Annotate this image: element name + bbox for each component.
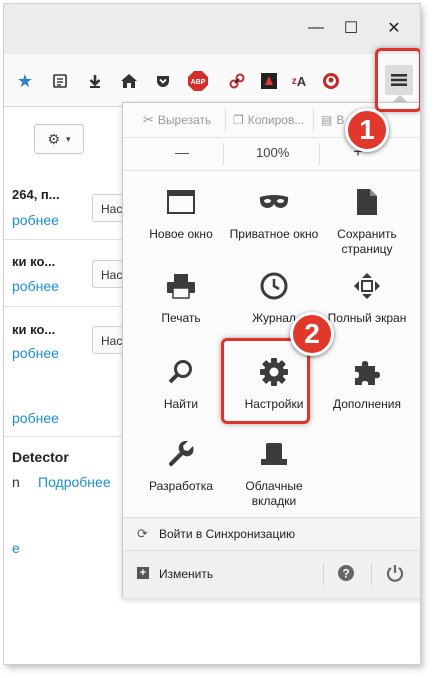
printer-icon — [164, 269, 198, 303]
bookmarks-list-icon[interactable] — [49, 70, 71, 92]
menu-save-page[interactable]: Сохранить страницу — [319, 185, 415, 257]
zoom-reset-button[interactable]: 100% — [256, 145, 289, 160]
row-divider — [4, 436, 134, 437]
help-icon: ? — [338, 565, 354, 581]
separator — [371, 563, 372, 585]
separator — [319, 143, 320, 165]
chevron-down-icon: ▾ — [66, 133, 71, 144]
downloads-icon[interactable] — [84, 70, 106, 92]
copy-button[interactable]: ❐ Копиров... — [233, 111, 304, 129]
translate-icon[interactable]: zA — [288, 70, 310, 92]
menu-print[interactable]: Печать — [133, 269, 229, 326]
menu-find[interactable]: Найти — [133, 355, 229, 412]
separator — [225, 109, 226, 131]
addon-more-link[interactable]: робнее — [12, 410, 59, 426]
close-icon: ✕ — [387, 20, 401, 37]
maximize-icon: ☐ — [343, 20, 359, 37]
maximize-button[interactable]: ☐ — [339, 16, 363, 40]
title-bar: — ☐ ✕ — [4, 4, 420, 54]
menu-new-window[interactable]: Новое окно — [133, 185, 229, 242]
menu-fullscreen[interactable]: Полный экран — [319, 269, 415, 326]
bookmark-star-icon[interactable]: ★ — [14, 70, 36, 92]
plus-icon: + — [137, 567, 149, 579]
page-icon — [350, 185, 384, 219]
red-shield-icon[interactable] — [320, 70, 342, 92]
dark-extension-icon[interactable] — [258, 70, 280, 92]
separator — [323, 563, 324, 585]
svg-text:ABP: ABP — [191, 79, 206, 86]
menu-footer: + Изменить ? — [123, 550, 420, 598]
addon-more-link[interactable]: робнее — [12, 212, 59, 228]
menu-developer[interactable]: Разработка — [133, 437, 229, 494]
row-divider — [4, 239, 134, 240]
step-badge-2: 2 — [290, 312, 334, 356]
separator — [223, 143, 224, 165]
mask-icon — [257, 185, 291, 219]
wrench-icon — [164, 437, 198, 471]
pocket-icon[interactable] — [152, 70, 174, 92]
addon-title: ки ко... — [12, 254, 56, 269]
step-badge-1: 1 — [345, 108, 389, 152]
addon-more-link[interactable]: робнее — [12, 345, 59, 361]
minimize-icon: — — [308, 19, 324, 36]
addon-more-link[interactable]: робнее — [12, 278, 59, 294]
home-icon[interactable] — [118, 70, 140, 92]
svg-text:?: ? — [342, 567, 349, 581]
addon-description: n — [12, 474, 20, 490]
paste-button[interactable]: ▤ В — [321, 111, 344, 129]
close-window-button[interactable]: ✕ — [382, 16, 406, 40]
menu-synced-tabs[interactable]: Облачные вкладки — [226, 437, 322, 509]
cut-button[interactable]: ✂ Вырезать — [143, 111, 211, 129]
minimize-button[interactable]: — — [304, 16, 328, 40]
menu-addons[interactable]: Дополнения — [319, 355, 415, 412]
link-extension-icon[interactable] — [226, 70, 248, 92]
clock-icon — [257, 269, 291, 303]
power-icon — [386, 565, 404, 582]
quit-button[interactable] — [385, 563, 405, 583]
highlight-settings — [221, 338, 310, 424]
search-icon — [164, 355, 198, 389]
clipboard-icon: ▤ — [321, 113, 333, 127]
addon-more-link[interactable]: Подробнее — [38, 474, 111, 490]
zoom-out-button[interactable]: — — [175, 144, 189, 160]
separator — [313, 109, 314, 131]
browser-toolbar: ★ ABP zA — [4, 54, 420, 107]
sync-icon: ⟳ — [137, 526, 148, 541]
browser-window: — ☐ ✕ ★ ABP zA ⚙ ▾ 264, п... робнее Нас … — [4, 4, 420, 664]
sync-signin-row[interactable]: ⟳ Войти в Синхронизацию — [123, 517, 420, 550]
addon-title: ки ко... — [12, 322, 56, 337]
scissors-icon: ✂ — [143, 112, 154, 127]
row-divider — [4, 306, 134, 307]
cloud-tabs-icon — [257, 437, 291, 471]
highlight-menu-button — [375, 48, 420, 112]
more-link[interactable]: е — [12, 540, 20, 556]
puzzle-icon — [350, 355, 384, 389]
addons-tools-button[interactable]: ⚙ ▾ — [34, 124, 84, 154]
gear-icon: ⚙ — [47, 130, 61, 147]
adblock-plus-icon[interactable]: ABP — [186, 70, 210, 92]
menu-private-window[interactable]: Приватное окно — [226, 185, 322, 242]
fullscreen-icon — [350, 269, 384, 303]
customize-button[interactable]: + Изменить — [123, 551, 323, 598]
window-icon — [164, 185, 198, 219]
addon-title: Detector — [12, 449, 69, 465]
addon-title: 264, п... — [12, 187, 60, 202]
help-button[interactable]: ? — [337, 564, 355, 582]
copy-icon: ❐ — [233, 113, 244, 127]
